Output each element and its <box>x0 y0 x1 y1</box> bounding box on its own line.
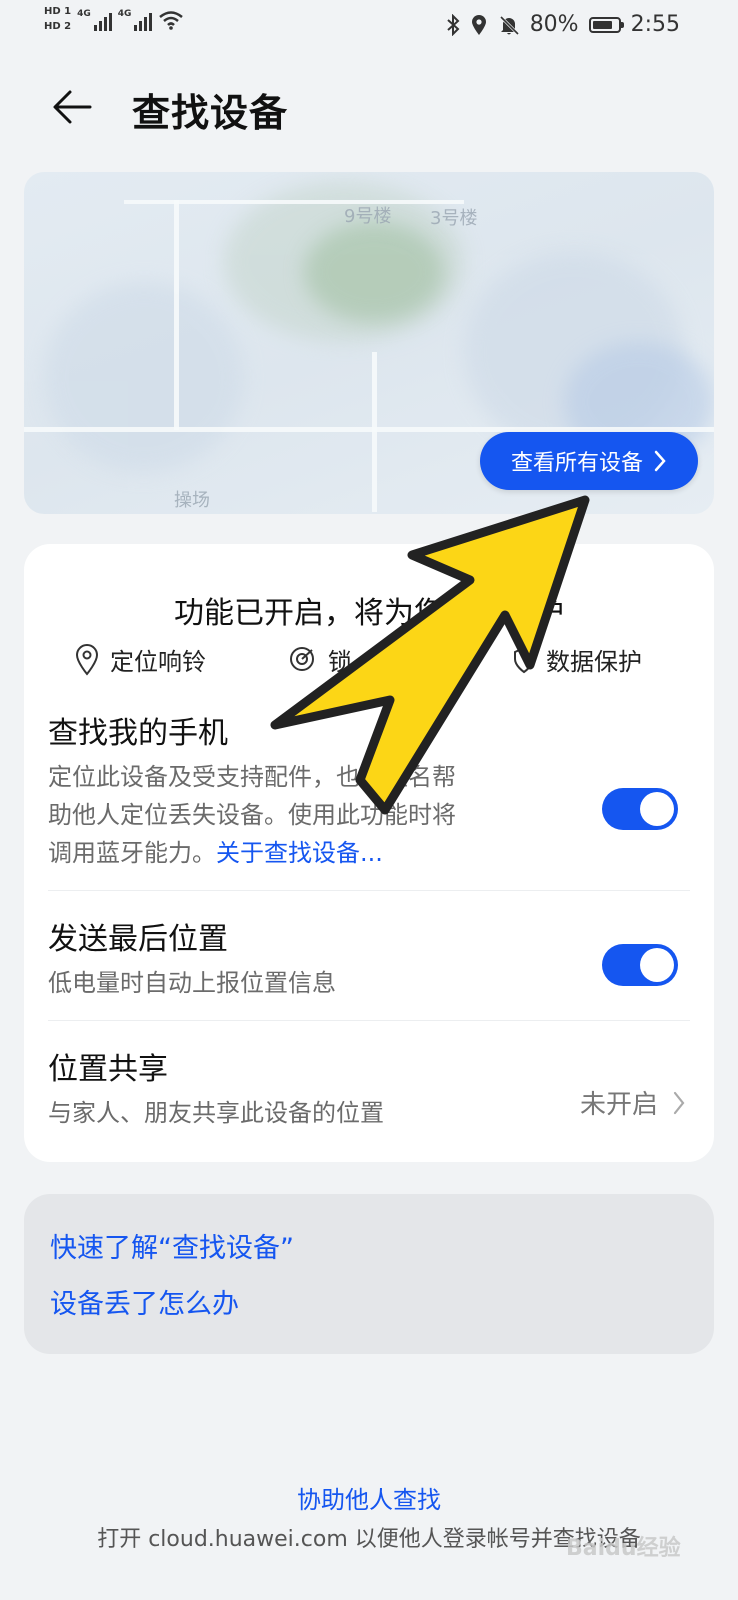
find-my-phone-toggle[interactable] <box>602 788 678 830</box>
chevron-right-icon <box>673 1091 685 1114</box>
send-last-location-row[interactable]: 发送最后位置 低电量时自动上报位置信息 <box>48 914 690 1002</box>
battery-percent: 80% <box>529 12 579 37</box>
lost-device-help-link[interactable]: 设备丢了怎么办 <box>50 1282 239 1321</box>
send-last-location-title: 发送最后位置 <box>48 922 228 957</box>
feature-lock: 锁 <box>288 642 352 677</box>
back-arrow-icon[interactable] <box>50 84 96 130</box>
find-my-phone-row[interactable]: 查找我的手机 定位此设备及受支持配件，也可匿名帮 助他人定位丢失设备。使用此功能… <box>48 708 690 872</box>
view-all-devices-button[interactable]: 查看所有设备 <box>480 432 698 490</box>
map-label: 操场 <box>174 490 210 511</box>
baidu-watermark: Baidu经验 <box>566 1536 681 1561</box>
settings-card: 功能已开启，将为您提供保护 定位响铃 锁 数据保护 查找我的手机 定位此设备及受… <box>24 544 714 1162</box>
signal-icon-2: 4G <box>118 9 153 31</box>
about-find-device-link[interactable]: 关于查找设备... <box>216 839 383 867</box>
feature-locate-ring: 定位响铃 <box>74 642 206 677</box>
hd1-indicator: HD 1 <box>44 6 72 17</box>
wifi-icon <box>159 10 184 30</box>
find-my-phone-desc: 定位此设备及受支持配件，也可匿名帮 助他人定位丢失设备。使用此功能时将 调用蓝牙… <box>48 763 456 867</box>
map-label: 9号楼 <box>344 206 392 227</box>
location-sharing-status[interactable]: 未开启 <box>580 1084 686 1121</box>
find-my-phone-title: 查找我的手机 <box>48 716 228 751</box>
clock: 2:55 <box>630 12 680 37</box>
location-icon <box>471 14 486 35</box>
help-card: 快速了解“查找设备” 设备丢了怎么办 <box>24 1194 714 1354</box>
location-pin-icon <box>75 643 99 676</box>
assist-others-link[interactable]: 协助他人查找 <box>0 1480 738 1515</box>
feature-data-protection: 数据保护 <box>512 642 642 677</box>
page-title: 查找设备 <box>132 91 289 135</box>
location-sharing-title: 位置共享 <box>48 1052 168 1087</box>
radar-lock-icon <box>290 646 314 671</box>
view-all-devices-label: 查看所有设备 <box>510 451 643 476</box>
feature-list: 定位响铃 锁 数据保护 <box>24 642 714 682</box>
mute-bell-icon <box>499 15 519 35</box>
send-last-location-desc: 低电量时自动上报位置信息 <box>48 969 336 997</box>
shield-icon <box>514 646 534 673</box>
learn-find-device-link[interactable]: 快速了解“查找设备” <box>50 1226 294 1265</box>
hd2-indicator: HD 2 <box>44 21 72 32</box>
map-label: 3号楼 <box>430 208 478 229</box>
protection-status-text: 功能已开启，将为您提供保护 <box>174 596 564 631</box>
signal-icon: 4G <box>77 9 112 31</box>
status-bar: HD 1 HD 2 4G 4G 80% 2:55 <box>0 0 738 52</box>
bluetooth-icon <box>447 13 460 36</box>
send-last-location-toggle[interactable] <box>602 944 678 986</box>
chevron-right-icon <box>654 450 666 472</box>
battery-icon <box>588 16 624 33</box>
